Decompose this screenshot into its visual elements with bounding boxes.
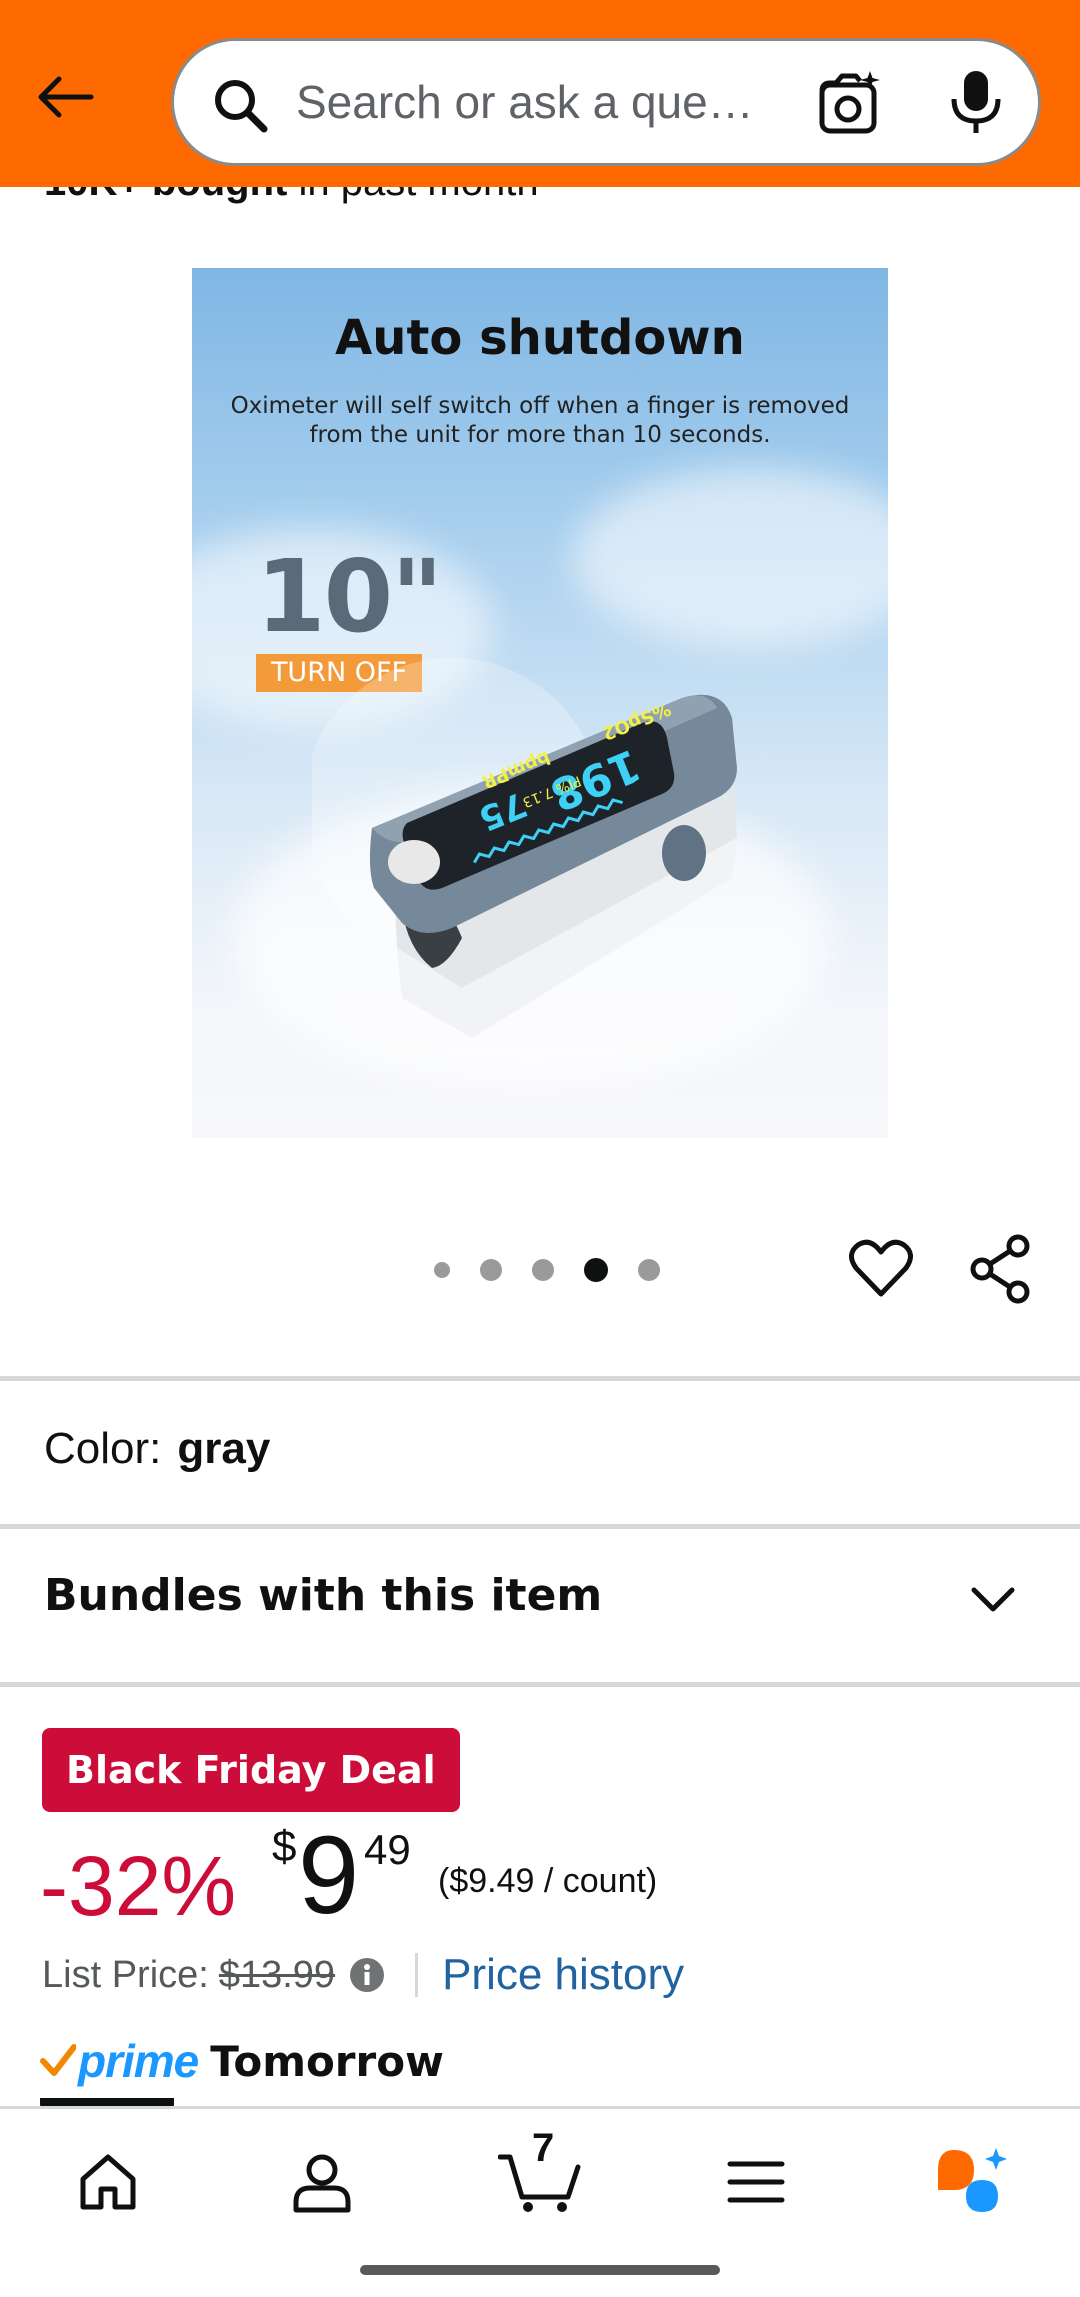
prime-delivery: prime Tomorrow (40, 2034, 444, 2088)
bundles-accordion[interactable]: Bundles with this item (0, 1530, 1080, 1664)
top-bar (0, 0, 1080, 187)
price-currency: $ (272, 1822, 297, 1871)
carousel-dot[interactable] (434, 1262, 450, 1278)
carousel-dot[interactable] (638, 1259, 660, 1281)
delivery-day: Tomorrow (210, 2036, 444, 2086)
cart-count-badge: 7 (532, 2126, 555, 2170)
unit-price: ($9.49 / count) (438, 1862, 658, 1900)
nav-account[interactable] (272, 2109, 372, 2255)
divider (0, 1376, 1080, 1381)
price-whole: 9 (298, 1814, 360, 1937)
divider (0, 1524, 1080, 1529)
search-box[interactable] (171, 38, 1041, 166)
search-input[interactable] (296, 41, 856, 163)
system-home-indicator[interactable] (360, 2265, 720, 2275)
menu-icon (727, 2161, 785, 2203)
search-icon (215, 80, 268, 133)
bundles-title: Bundles with this item (44, 1570, 603, 1621)
prime-logo-text: prime (78, 2035, 199, 2087)
info-icon[interactable] (349, 1957, 385, 1993)
oximeter-device-illustration: 198 75 PI% 7.13 %SpO2 bpmPR (312, 658, 737, 1038)
list-price-value: $13.99 (218, 1953, 336, 1996)
divider (0, 1682, 1080, 1687)
prime-check-icon (40, 2044, 76, 2076)
home-icon (80, 2154, 136, 2210)
rufus-icon (938, 2148, 1007, 2212)
color-selector[interactable]: Color: gray (44, 1424, 270, 1474)
list-price-row: List Price: $13.99 Price history (42, 1950, 684, 2000)
price-history-link[interactable]: Price history (442, 1950, 684, 2000)
back-arrow-icon (38, 76, 94, 118)
image-headline: Auto shutdown (335, 310, 745, 366)
image-caption: Oximeter will self switch off when a fin… (230, 393, 850, 448)
product-image[interactable]: Auto shutdown Oximeter will self switch … (192, 268, 888, 1138)
share-icon[interactable] (968, 1234, 1034, 1304)
carousel-dot[interactable] (480, 1259, 502, 1281)
back-button[interactable] (30, 62, 100, 132)
nav-menu[interactable] (706, 2109, 806, 2255)
carousel-dot[interactable] (532, 1259, 554, 1281)
microphone-icon[interactable] (946, 67, 1006, 137)
discount-percent: -32% (40, 1839, 237, 1933)
carousel-dot-active[interactable] (584, 1258, 608, 1282)
account-icon (293, 2154, 351, 2213)
separator (415, 1953, 419, 1997)
heart-icon[interactable] (848, 1236, 914, 1302)
list-price-label: List Price: (42, 1953, 209, 1996)
nav-rufus[interactable] (918, 2109, 1028, 2255)
nav-home[interactable] (58, 2109, 158, 2255)
color-label: Color: (44, 1424, 162, 1473)
price-fraction: 49 (364, 1826, 411, 1873)
image-carousel-indicator[interactable] (434, 1254, 690, 1286)
color-value: gray (177, 1424, 271, 1473)
chevron-down-icon (971, 1587, 1015, 1612)
camera-lens-icon[interactable] (814, 69, 884, 139)
deal-badge: Black Friday Deal (42, 1728, 460, 1812)
